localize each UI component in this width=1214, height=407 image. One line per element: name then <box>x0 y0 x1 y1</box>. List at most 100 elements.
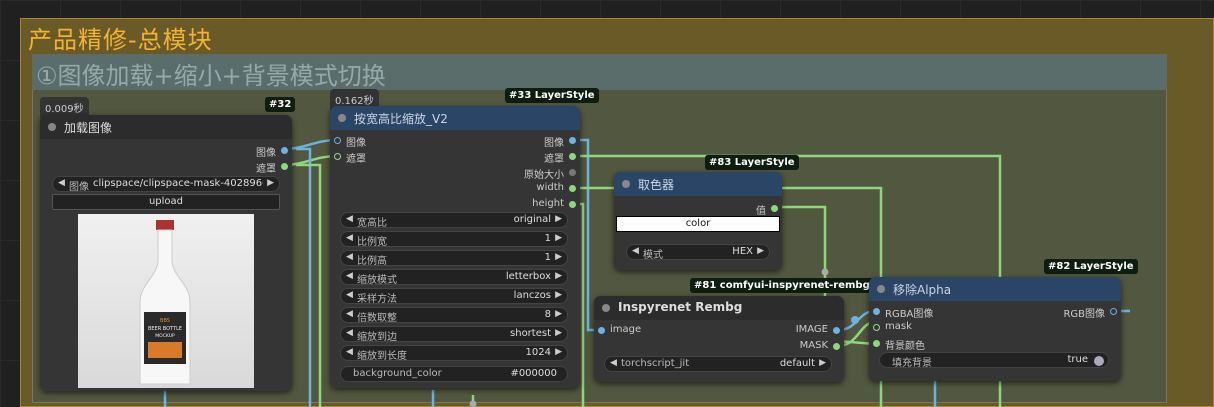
widget-label: 缩放到边 <box>357 332 397 343</box>
output-rgb-label: RGB图像 <box>1063 309 1105 320</box>
color-picker-node[interactable]: 取色器 值 color ◀ 模式 HEX ▶ <box>614 172 782 270</box>
output-rgb-socket[interactable] <box>1110 308 1117 315</box>
input-image-label: image <box>610 324 642 335</box>
output-image-socket[interactable] <box>569 137 576 144</box>
load-node-header[interactable]: 加载图像 <box>40 115 292 139</box>
output-mask-label: 遮罩 <box>544 154 564 165</box>
widget-label: 缩放到长度 <box>357 351 407 362</box>
color-node-title: 取色器 <box>638 178 675 192</box>
widget-ratio-width[interactable]: ◀ 比例宽 1 ▶ <box>340 231 568 248</box>
output-image-label: IMAGE <box>795 324 828 335</box>
arrow-right-icon[interactable]: ▶ <box>267 178 274 188</box>
fill-background-toggle[interactable]: 填充背景 true <box>879 352 1109 369</box>
input-mask-socket[interactable] <box>873 324 880 331</box>
wire-mask-down <box>296 163 322 407</box>
widget-scale-to-length[interactable]: ◀ 缩放到长度 1024 ▶ <box>340 345 568 362</box>
widget-label: 比例高 <box>357 256 387 267</box>
arrow-left-icon[interactable]: ◀ <box>58 178 65 188</box>
beer-bottle-image: BBS BEER BOTTLE MOCKUP <box>139 220 191 385</box>
mode-select-widget[interactable]: ◀ 模式 HEX ▶ <box>626 244 770 261</box>
rembg-node-title: Inspyrenet Rembg <box>618 300 743 314</box>
widget-label: 模式 <box>643 250 663 261</box>
widget-value: shortest <box>510 328 551 339</box>
scale-node-title: 按宽高比缩放_V2 <box>354 112 448 126</box>
load-image-node[interactable]: 加载图像 图像 遮罩 ◀ 图像 clipspace/clipspace-mask… <box>40 115 292 391</box>
widget-value: default <box>779 358 815 369</box>
output-width-socket[interactable] <box>569 185 576 192</box>
bottle-cap-text: BBS <box>160 318 170 324</box>
color-node-id-tag: #83 LayerStyle <box>705 155 799 170</box>
collapse-dot-icon[interactable] <box>877 285 885 293</box>
widget-value: 1024 <box>525 347 551 358</box>
output-mask-socket[interactable] <box>281 163 288 170</box>
output-mask-label: MASK <box>799 340 828 351</box>
widget-ratio-height[interactable]: ◀ 比例高 1 ▶ <box>340 250 568 267</box>
widget-fit-mode[interactable]: ◀ 缩放模式 letterbox ▶ <box>340 269 568 286</box>
wire-image-down <box>296 147 312 407</box>
output-mask-socket[interactable] <box>833 343 840 350</box>
input-rgba-label: RGBA图像 <box>885 309 934 320</box>
alpha-node-id-tag: #82 LayerStyle <box>1044 259 1138 274</box>
widget-label: 填充背景 <box>892 358 932 369</box>
rembg-node-header[interactable]: Inspyrenet Rembg <box>594 296 844 320</box>
image-widget-value: clipspace/clipspace-mask-4028960... <box>93 178 263 189</box>
widget-label: torchscript_jit <box>621 358 690 369</box>
scale-node-id-tag: #33 LayerStyle <box>505 88 599 103</box>
remove-alpha-node[interactable]: 移除Alpha RGBA图像 mask 背景颜色 RGB图像 填充背景 true <box>869 277 1121 381</box>
collapse-dot-icon[interactable] <box>48 123 56 131</box>
output-width-label: width <box>536 182 564 193</box>
image-widget-label: 图像 <box>69 182 89 193</box>
load-node-id-tag: #32 <box>265 97 296 112</box>
output-height-label: height <box>532 198 564 209</box>
widget-round-multiple[interactable]: ◀ 倍数取整 8 ▶ <box>340 307 568 324</box>
widget-value: letterbox <box>505 271 551 282</box>
collapse-dot-icon[interactable] <box>622 180 630 188</box>
output-mask-socket[interactable] <box>569 153 576 160</box>
inspyrenet-rembg-node[interactable]: Inspyrenet Rembg image IMAGE MASK ◀ torch… <box>594 296 844 382</box>
input-bg-color-socket[interactable] <box>873 340 880 347</box>
upload-button[interactable]: upload <box>52 194 280 210</box>
output-image-label: 图像 <box>256 148 276 159</box>
input-mask-label: mask <box>885 321 912 332</box>
load-node-title: 加载图像 <box>64 121 113 135</box>
output-image-label: 图像 <box>544 138 564 149</box>
toggle-knob-icon[interactable] <box>1094 356 1104 366</box>
widget-value: original <box>513 214 551 225</box>
rembg-node-id-tag: #81 comfyui-inspyrenet-rembg <box>690 278 874 293</box>
widget-value: #000000 <box>510 368 557 379</box>
widget-scale-to-side[interactable]: ◀ 缩放到边 shortest ▶ <box>340 326 568 343</box>
output-image-socket[interactable] <box>281 147 288 154</box>
color-node-header[interactable]: 取色器 <box>614 172 782 196</box>
widget-value: 1 <box>544 233 551 244</box>
input-mask-label: 遮罩 <box>346 154 366 165</box>
output-image-socket[interactable] <box>833 327 840 334</box>
widget-value: 1 <box>544 252 551 263</box>
widget-sampling-method[interactable]: ◀ 采样方法 lanczos ▶ <box>340 288 568 305</box>
collapse-dot-icon[interactable] <box>602 304 610 312</box>
input-bg-color-label: 背景颜色 <box>885 341 925 352</box>
torchscript-jit-widget[interactable]: ◀ torchscript_jit default ▶ <box>604 356 832 372</box>
bottle-label-line2: MOCKUP <box>155 333 175 339</box>
output-height-socket[interactable] <box>569 201 576 208</box>
input-image-socket[interactable] <box>598 327 605 334</box>
input-rgba-socket[interactable] <box>873 308 880 315</box>
alpha-node-header[interactable]: 移除Alpha <box>869 277 1121 301</box>
alpha-node-title: 移除Alpha <box>893 283 952 297</box>
widget-label: 比例宽 <box>357 237 387 248</box>
collapse-dot-icon[interactable] <box>338 114 346 122</box>
output-original-size-socket[interactable] <box>569 169 576 176</box>
input-mask-socket[interactable] <box>334 153 341 160</box>
image-preview: BBS BEER BOTTLE MOCKUP <box>78 214 254 388</box>
widget-value: true <box>1067 354 1088 365</box>
image-select-widget[interactable]: ◀ 图像 clipspace/clipspace-mask-4028960...… <box>52 176 280 193</box>
background-color-input[interactable]: background_color #000000 <box>340 366 568 382</box>
scale-node-header[interactable]: 按宽高比缩放_V2 <box>330 106 580 130</box>
color-swatch-field[interactable]: color <box>616 216 780 232</box>
input-image-socket[interactable] <box>334 137 341 144</box>
output-value-socket[interactable] <box>771 205 778 212</box>
widget-value: lanczos <box>513 290 551 301</box>
bottle-label-line1: BEER BOTTLE <box>148 326 182 332</box>
widget-aspect-ratio[interactable]: ◀ 宽高比 original ▶ <box>340 212 568 229</box>
input-image-label: 图像 <box>346 138 366 149</box>
scale-by-aspect-ratio-node[interactable]: 按宽高比缩放_V2 图像 遮罩 图像 遮罩 原始大小 width height … <box>330 106 580 388</box>
